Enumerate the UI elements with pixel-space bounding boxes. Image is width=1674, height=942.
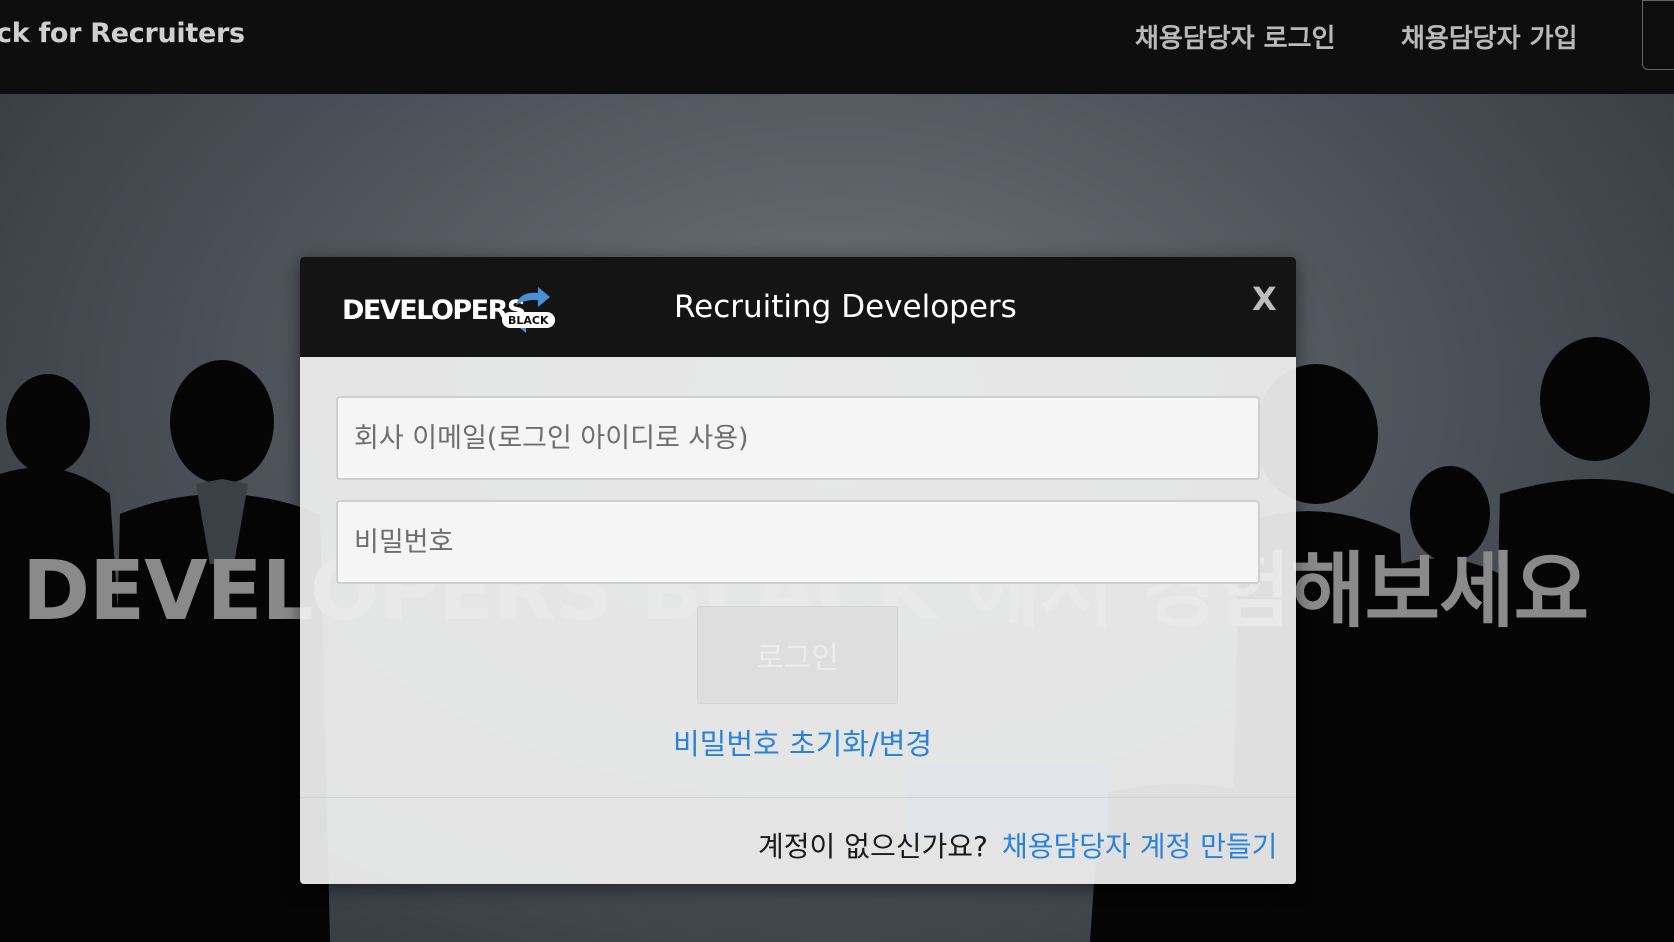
login-modal: DEVELOPERS BLACK Recruiting Developers X…	[300, 257, 1296, 884]
logo-text: DEVELOPERS	[342, 295, 526, 326]
nav-recruiter-signup-link[interactable]: 채용담당자 가입	[1401, 18, 1578, 55]
modal-title: Recruiting Developers	[674, 289, 1017, 325]
password-input[interactable]	[336, 500, 1260, 584]
nav-menu-button[interactable]	[1642, 0, 1674, 70]
password-reset-link[interactable]: 비밀번호 초기화/변경	[673, 721, 932, 763]
developers-black-logo: DEVELOPERS BLACK	[342, 283, 555, 339]
nav-recruiter-login-link[interactable]: 채용담당자 로그인	[1135, 18, 1335, 55]
logo-badge: BLACK	[502, 312, 555, 328]
modal-divider	[300, 797, 1296, 798]
nav-brand[interactable]: ck for Recruiters	[0, 18, 245, 49]
modal-header: DEVELOPERS BLACK Recruiting Developers X	[300, 257, 1296, 357]
email-input[interactable]	[336, 396, 1260, 480]
create-account-link[interactable]: 채용담당자 계정 만들기	[1002, 825, 1277, 865]
no-account-text: 계정이 없으신가요?	[758, 830, 988, 863]
top-navbar: ck for Recruiters 채용담당자 로그인 채용담당자 가입	[0, 0, 1674, 94]
close-icon[interactable]: X	[1252, 283, 1277, 315]
login-button[interactable]: 로그인	[697, 606, 898, 704]
